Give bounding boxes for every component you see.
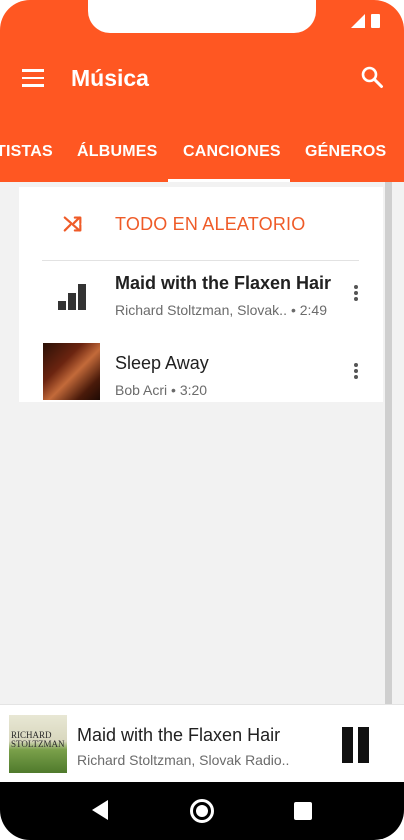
song-subtitle: Richard Stoltzman, Slovak.. • 2:49	[115, 302, 327, 318]
recent-apps-icon[interactable]	[294, 802, 312, 820]
shuffle-all-button[interactable]: TODO EN ALEATORIO	[19, 187, 383, 260]
song-artist: Richard Stoltzman, Slovak..	[115, 302, 287, 318]
song-title: Sleep Away	[115, 353, 209, 373]
tab-songs[interactable]: CANCIONES	[183, 143, 281, 161]
album-art	[43, 343, 100, 400]
status-bar	[0, 0, 404, 43]
more-options-icon[interactable]	[353, 363, 359, 383]
battery-icon	[371, 14, 380, 28]
song-item[interactable]: Maid with the Flaxen Hair Richard Stoltz…	[19, 263, 383, 331]
search-icon[interactable]	[360, 65, 384, 89]
song-duration: • 2:49	[290, 302, 328, 318]
song-title: Maid with the Flaxen Hair	[115, 273, 332, 293]
tab-bar: TISTAS ÁLBUMES CANCIONES GÉNEROS	[0, 113, 404, 182]
song-list-area: TODO EN ALEATORIO Maid with the Flaxen H…	[0, 182, 404, 704]
shuffle-label: TODO EN ALEATORIO	[115, 214, 306, 234]
status-icons	[351, 14, 380, 28]
song-subtitle: Bob Acri • 3:20	[115, 382, 208, 398]
more-options-icon[interactable]	[353, 285, 359, 305]
page-title: Música	[71, 65, 149, 91]
back-icon[interactable]	[92, 800, 108, 820]
song-list-card: TODO EN ALEATORIO Maid with the Flaxen H…	[19, 187, 383, 402]
now-playing-bar[interactable]: RICHARD STOLTZMAN Maid with the Flaxen H…	[0, 704, 404, 782]
pause-icon[interactable]	[338, 727, 372, 763]
song-item[interactable]: Sleep Away Bob Acri • 3:20	[19, 338, 383, 406]
shuffle-icon	[63, 216, 82, 232]
tab-artists[interactable]: TISTAS	[0, 143, 53, 161]
signal-icon	[351, 14, 365, 28]
equalizer-bars-icon	[58, 284, 86, 310]
tab-genres[interactable]: GÉNEROS	[305, 143, 386, 161]
scrollbar[interactable]	[385, 182, 392, 704]
home-icon[interactable]	[190, 799, 214, 823]
now-playing-subtitle: Richard Stoltzman, Slovak Radio..	[77, 752, 290, 768]
phone-screen: Música TISTAS ÁLBUMES CANCIONES GÉNEROS …	[0, 0, 404, 840]
tab-albums[interactable]: ÁLBUMES	[77, 143, 158, 161]
camera-notch	[88, 0, 316, 33]
navigation-bar	[0, 782, 404, 840]
app-bar: Música	[0, 43, 404, 113]
now-playing-album-art: RICHARD STOLTZMAN	[9, 715, 67, 773]
divider	[42, 260, 359, 261]
now-playing-title: Maid with the Flaxen Hair	[77, 725, 281, 745]
menu-icon[interactable]	[22, 69, 44, 87]
album-art-text: RICHARD STOLTZMAN	[11, 730, 65, 749]
